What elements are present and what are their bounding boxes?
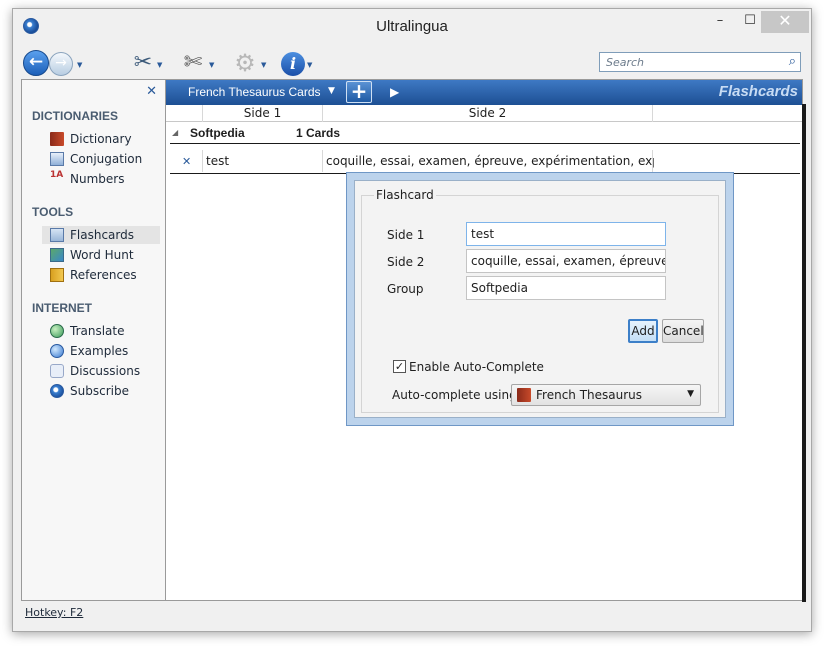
chevron-down-icon: ▼	[687, 389, 694, 399]
play-icon[interactable]: ▶	[390, 85, 399, 99]
window-title: Ultralingua	[376, 18, 448, 35]
group-label: Group	[387, 282, 424, 296]
gear-dropdown-icon[interactable]: ▼	[261, 61, 266, 69]
forward-arrow-icon[interactable]: →	[49, 52, 73, 76]
side2-label: Side 2	[387, 255, 425, 269]
fieldset-legend: Flashcard	[374, 188, 436, 202]
discussions-icon	[50, 364, 64, 378]
toolbar: ← → ▼ ✂ ▼ ✄ ▼ ⚙ ▼ i ▼ ⌕	[13, 43, 811, 83]
numbers-icon: 1A	[50, 170, 64, 180]
sidebar-item-label: Conjugation	[70, 152, 143, 166]
conjugation-icon	[50, 152, 64, 166]
translate-icon	[50, 324, 64, 338]
column-header-spacer	[166, 105, 202, 122]
sidebar-item-conjugation[interactable]: Conjugation	[42, 150, 160, 168]
search-box: ⌕	[599, 52, 801, 72]
hotkey-link[interactable]: Hotkey: F2	[25, 606, 83, 619]
close-button[interactable]: ✕	[761, 11, 809, 33]
sidebar-item-discussions[interactable]: Discussions	[42, 362, 160, 380]
row-divider	[202, 150, 203, 172]
book-icon	[517, 388, 531, 402]
flashcards-icon	[50, 228, 64, 242]
add-button[interactable]: Add	[628, 319, 658, 343]
column-header-empty	[652, 105, 802, 122]
sidebar: ✕ DICTIONARIES Dictionary Conjugation 1A…	[21, 79, 165, 601]
search-input[interactable]	[600, 53, 776, 71]
group-count: 1 Cards	[296, 126, 341, 140]
sidebar-item-word-hunt[interactable]: Word Hunt	[42, 246, 160, 264]
autocomplete-label[interactable]: Enable Auto-Complete	[409, 360, 544, 374]
scrollbar-edge	[802, 104, 806, 602]
delete-icon[interactable]: ✕	[182, 155, 191, 168]
sidebar-item-label: Flashcards	[70, 228, 134, 242]
sidebar-item-label: Word Hunt	[70, 248, 134, 262]
row-divider	[652, 150, 653, 172]
section-title-internet: INTERNET	[32, 301, 92, 315]
side1-label: Side 1	[387, 228, 425, 242]
sidebar-close-icon[interactable]: ✕	[146, 84, 157, 99]
autocomplete-source-select[interactable]: French Thesaurus ▼	[511, 384, 701, 406]
sidebar-item-label: Subscribe	[70, 384, 129, 398]
chevron-down-icon[interactable]: ▼	[328, 86, 335, 96]
tools-dropdown-icon[interactable]: ▼	[157, 61, 162, 69]
scissors-dropdown-icon[interactable]: ▼	[209, 61, 214, 69]
flashcard-fieldset: Flashcard Side 1 Side 2 Group Add Cancel…	[361, 188, 719, 413]
table-row[interactable]: ✕ test coquille, essai, examen, épreuve,…	[170, 150, 800, 174]
minimize-button[interactable]: –	[705, 11, 735, 33]
side1-input[interactable]	[466, 222, 666, 246]
references-icon	[50, 268, 64, 282]
title-bar: Ultralingua – ☐ ✕	[13, 9, 811, 41]
collapse-icon[interactable]: ◢	[172, 128, 178, 137]
autocomplete-checkbox[interactable]: ✓	[393, 360, 406, 373]
flashcards-header: French Thesaurus Cards ▼ + ▶ Flashcards	[166, 80, 802, 105]
sidebar-item-label: Examples	[70, 344, 129, 358]
group-input[interactable]	[466, 276, 666, 300]
column-header-side2[interactable]: Side 2	[322, 105, 652, 122]
side2-input[interactable]	[466, 249, 666, 273]
search-icon[interactable]: ⌕	[789, 54, 796, 69]
info-icon[interactable]: i	[281, 52, 305, 76]
sidebar-item-examples[interactable]: Examples	[42, 342, 160, 360]
sidebar-item-label: References	[70, 268, 137, 282]
sidebar-item-dictionary[interactable]: Dictionary	[42, 130, 160, 148]
info-dropdown-icon[interactable]: ▼	[307, 61, 312, 69]
card-set-select[interactable]: French Thesaurus Cards	[188, 85, 321, 99]
dialog-body: Flashcard Side 1 Side 2 Group Add Cancel…	[354, 180, 726, 418]
word-hunt-icon	[50, 248, 64, 262]
autocomplete-source-value: French Thesaurus	[536, 388, 643, 402]
row-side1: test	[206, 154, 230, 168]
sidebar-item-subscribe[interactable]: Subscribe	[42, 382, 160, 400]
tools-icon[interactable]: ✂	[129, 49, 157, 77]
group-name: Softpedia	[190, 126, 245, 140]
autocomplete-using-label: Auto-complete using:	[392, 388, 521, 402]
examples-icon	[50, 344, 64, 358]
sidebar-item-translate[interactable]: Translate	[42, 322, 160, 340]
sidebar-item-label: Translate	[70, 324, 125, 338]
section-title-dictionaries: DICTIONARIES	[32, 109, 119, 123]
sidebar-item-flashcards[interactable]: Flashcards	[42, 226, 160, 244]
back-arrow-icon[interactable]: ←	[23, 50, 49, 76]
row-divider	[322, 150, 323, 172]
sidebar-item-references[interactable]: References	[42, 266, 160, 284]
sidebar-item-label: Dictionary	[70, 132, 132, 146]
cancel-button[interactable]: Cancel	[662, 319, 704, 343]
group-row[interactable]: ◢ Softpedia 1 Cards	[170, 124, 800, 144]
section-title-tools: TOOLS	[32, 205, 74, 219]
add-card-button[interactable]: +	[346, 81, 372, 103]
column-headers: Side 1 Side 2	[166, 105, 802, 122]
subscribe-icon	[50, 384, 64, 398]
flashcard-dialog: Flashcard Side 1 Side 2 Group Add Cancel…	[346, 172, 734, 426]
scissors-icon[interactable]: ✄	[179, 49, 207, 77]
history-dropdown-icon[interactable]: ▼	[77, 61, 82, 69]
panel-title: Flashcards	[718, 83, 798, 100]
sidebar-item-label: Discussions	[70, 364, 141, 378]
column-header-side1[interactable]: Side 1	[202, 105, 322, 122]
sidebar-item-numbers[interactable]: 1A Numbers	[42, 170, 160, 188]
sidebar-item-label: Numbers	[70, 172, 125, 186]
dictionary-icon	[50, 132, 64, 146]
row-side2: coquille, essai, examen, épreuve, expéri…	[326, 154, 654, 168]
gear-icon[interactable]: ⚙	[231, 49, 259, 77]
